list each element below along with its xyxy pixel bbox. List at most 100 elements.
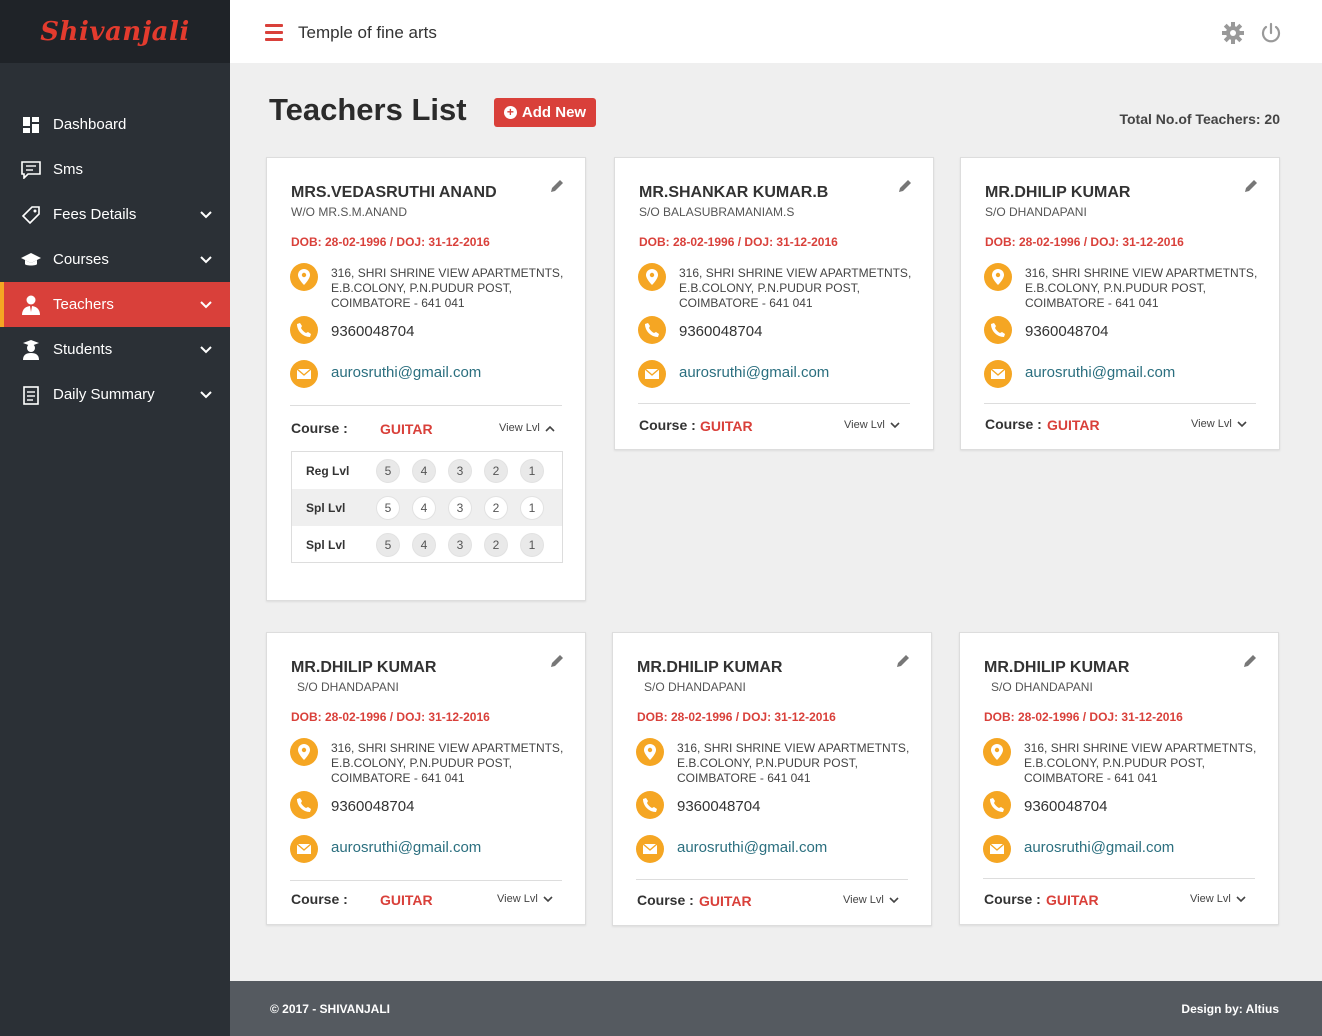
teacher-email[interactable]: aurosruthi@gmail.com [1025,364,1175,381]
phone-icon [636,791,664,819]
teacher-address: 316, SHRI SHRINE VIEW APARTMETNTS, E.B.CO… [1024,741,1257,785]
teacher-address: 316, SHRI SHRINE VIEW APARTMETNTS, E.B.CO… [679,266,912,310]
sidebar-item-label: Fees Details [53,206,137,223]
dob: DOB: 28-02-1996 [291,710,387,724]
course-label: Course : [639,417,696,433]
course-value: GUITAR [1046,892,1099,908]
view-level-toggle[interactable]: View Lvl [1191,418,1247,430]
teacher-dates: DOB: 28-02-1996 / DOJ: 31-12-2016 [984,710,1183,724]
teacher-address: 316, SHRI SHRINE VIEW APARTMETNTS, E.B.CO… [677,741,910,785]
email-icon [984,360,1012,388]
pencil-icon[interactable] [895,653,911,669]
teacher-phone: 9360048704 [677,798,761,815]
teacher-card: MR.DHILIP KUMAR S/O DHANDAPANI DOB: 28-0… [959,632,1279,925]
view-level-toggle[interactable]: View Lvl [499,422,555,434]
sidebar-item-sms[interactable]: Sms [0,147,230,192]
sidebar-item-teachers[interactable]: Teachers [0,282,230,327]
course-value: GUITAR [380,421,433,437]
level-option[interactable]: 5 [376,458,400,483]
sidebar-item-dashboard[interactable]: Dashboard [0,102,230,147]
sidebar-item-label: Dashboard [53,116,127,133]
teacher-card: MRS.VEDASRUTHI ANAND W/O MR.S.M.ANAND DO… [266,157,586,601]
level-option[interactable]: 1 [520,532,544,557]
logo[interactable]: Shivanjali [0,0,230,63]
level-option[interactable]: 5 [376,532,400,557]
location-icon [983,738,1011,766]
level-option[interactable]: 2 [484,495,508,520]
total-teachers-count: Total No.of Teachers: 20 [1119,111,1280,127]
teacher-email[interactable]: aurosruthi@gmail.com [1024,839,1174,856]
view-level-toggle[interactable]: View Lvl [497,893,553,905]
doj: / DOJ: 31-12-2016 [389,710,490,724]
course-label: Course : [291,891,348,907]
level-option[interactable]: 2 [484,458,508,483]
hamburger-menu-icon[interactable] [265,24,283,41]
teacher-phone: 9360048704 [1024,798,1108,815]
email-icon [983,835,1011,863]
level-option[interactable]: 2 [484,532,508,557]
pencil-icon[interactable] [1243,178,1259,194]
course-value: GUITAR [699,893,752,909]
teacher-card: MR.SHANKAR KUMAR.B S/O BALASUBRAMANIAM.S… [614,157,934,450]
level-option[interactable]: 1 [520,495,544,520]
level-option[interactable]: 3 [448,458,472,483]
chevron-down-icon [1236,895,1246,902]
email-icon [290,360,318,388]
footer-design-credit: Design by: Altius [1181,1002,1279,1016]
add-new-button[interactable]: + Add New [494,98,596,127]
view-level-toggle[interactable]: View Lvl [1190,893,1246,905]
doj: / DOJ: 31-12-2016 [735,710,836,724]
pencil-icon[interactable] [1242,653,1258,669]
pencil-icon[interactable] [549,653,565,669]
location-icon [636,738,664,766]
sidebar-item-students[interactable]: Students [0,327,230,372]
phone-icon [983,791,1011,819]
divider [638,403,910,404]
sidebar-item-courses[interactable]: Courses [0,237,230,282]
level-option[interactable]: 1 [520,458,544,483]
phone-icon [290,791,318,819]
view-level-toggle[interactable]: View Lvl [843,894,899,906]
power-icon[interactable] [1260,22,1282,44]
dob: DOB: 28-02-1996 [984,710,1080,724]
level-option[interactable]: 4 [412,458,436,483]
teacher-card: MR.DHILIP KUMAR S/O DHANDAPANI DOB: 28-0… [266,632,586,925]
sidebar-item-label: Daily Summary [53,386,155,403]
level-option[interactable]: 5 [376,495,400,520]
level-table: Reg Lvl 5 4 3 2 1 Spl Lvl 5 4 3 2 1 Spl … [291,451,563,563]
sidebar-item-daily-summary[interactable]: Daily Summary [0,372,230,417]
location-icon [638,263,666,291]
sidebar-item-label: Sms [53,161,83,178]
footer: © 2017 - SHIVANJALI Design by: Altius [230,981,1322,1036]
teacher-card: MR.DHILIP KUMAR S/O DHANDAPANI DOB: 28-0… [612,632,932,926]
chevron-down-icon [543,895,553,902]
teacher-address: 316, SHRI SHRINE VIEW APARTMETNTS, E.B.CO… [331,266,564,310]
view-level-toggle[interactable]: View Lvl [844,419,900,431]
sidebar-nav: Dashboard Sms Fees Details Courses Teach… [0,102,230,417]
level-option[interactable]: 3 [448,495,472,520]
level-option[interactable]: 3 [448,532,472,557]
dob: DOB: 28-02-1996 [985,235,1081,249]
sidebar-item-fees-details[interactable]: Fees Details [0,192,230,237]
teacher-email[interactable]: aurosruthi@gmail.com [331,839,481,856]
chevron-down-icon [890,421,900,428]
teacher-name: MR.DHILIP KUMAR [291,659,437,676]
teacher-email[interactable]: aurosruthi@gmail.com [679,364,829,381]
teacher-email[interactable]: aurosruthi@gmail.com [677,839,827,856]
clipboard-icon [20,384,42,406]
gear-icon[interactable] [1222,22,1244,44]
level-option[interactable]: 4 [412,495,436,520]
level-option[interactable]: 4 [412,532,436,557]
teacher-relation: S/O DHANDAPANI [991,680,1093,694]
teacher-name: MR.DHILIP KUMAR [984,659,1130,676]
dob: DOB: 28-02-1996 [639,235,735,249]
pencil-icon[interactable] [549,178,565,194]
teacher-icon [20,294,42,316]
teacher-email[interactable]: aurosruthi@gmail.com [331,364,481,381]
location-icon [290,738,318,766]
divider [290,880,562,881]
pencil-icon[interactable] [897,178,913,194]
sidebar-item-label: Students [53,341,113,358]
course-value: GUITAR [1047,417,1100,433]
teacher-phone: 9360048704 [331,323,415,340]
